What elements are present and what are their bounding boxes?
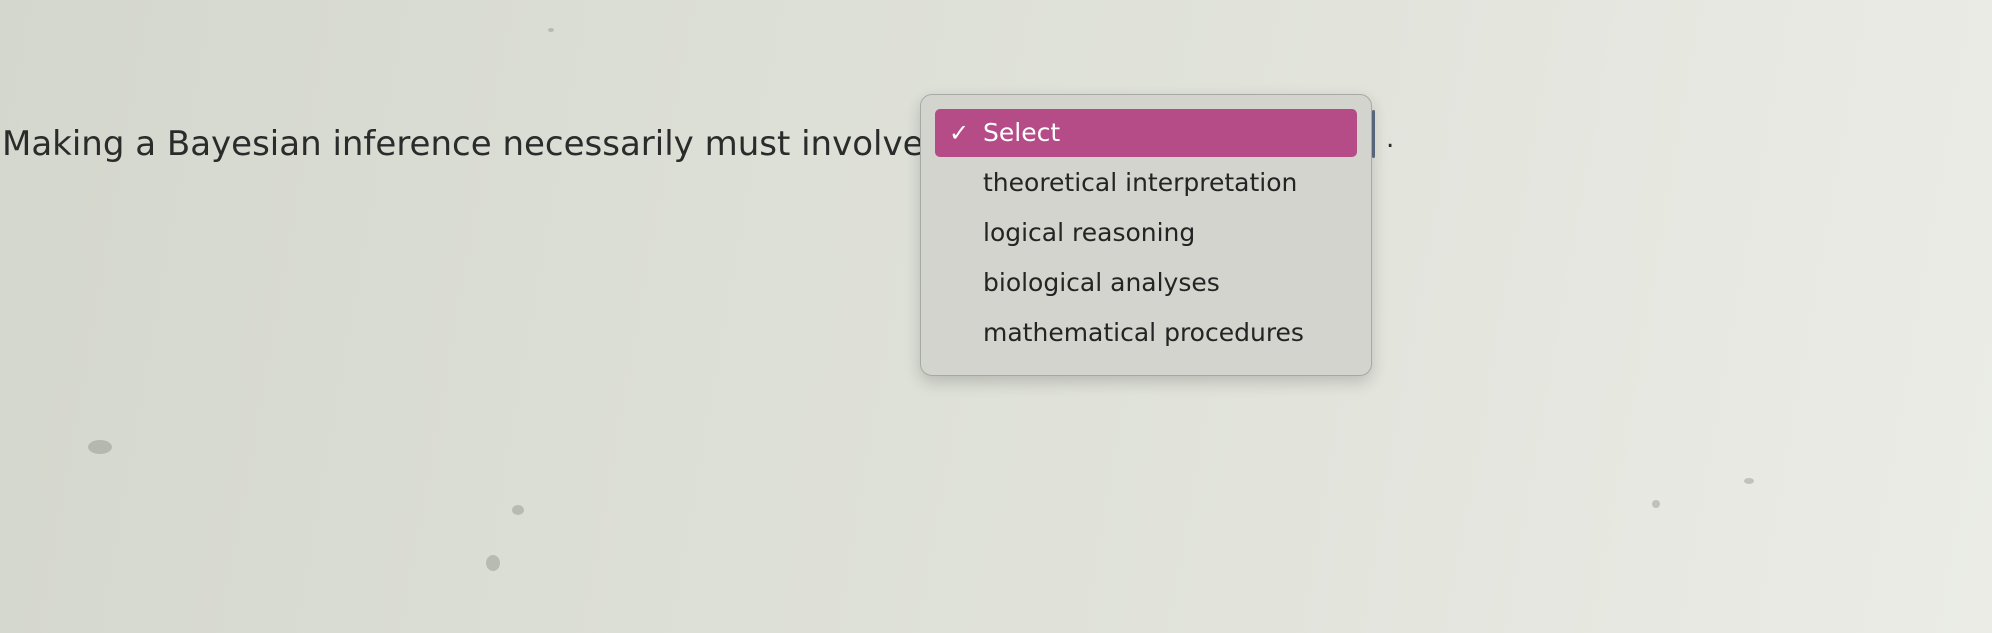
background-speck xyxy=(512,505,524,515)
dropdown-option-logical-reasoning[interactable]: logical reasoning xyxy=(935,209,1357,257)
dropdown-option-label: theoretical interpretation xyxy=(983,168,1298,197)
background-speck xyxy=(1652,500,1660,508)
background-speck xyxy=(1744,478,1754,484)
dropdown-option-mathematical-procedures[interactable]: mathematical procedures xyxy=(935,309,1357,357)
dropdown-option-label: biological analyses xyxy=(983,268,1220,297)
dropdown-option-select[interactable]: ✓ Select xyxy=(935,109,1357,157)
dropdown-option-biological-analyses[interactable]: biological analyses xyxy=(935,259,1357,307)
dropdown-option-label: Select xyxy=(983,118,1061,147)
checkmark-icon: ✓ xyxy=(949,119,970,147)
dropdown-option-label: mathematical procedures xyxy=(983,318,1304,347)
background-speck xyxy=(548,28,554,32)
dropdown-option-theoretical-interpretation[interactable]: theoretical interpretation xyxy=(935,159,1357,207)
background-speck xyxy=(88,440,112,454)
answer-dropdown-menu[interactable]: ✓ Select theoretical interpretation logi… xyxy=(920,94,1372,376)
dropdown-option-label: logical reasoning xyxy=(983,218,1196,247)
background-speck xyxy=(486,555,500,571)
question-trailing-period: . xyxy=(1386,124,1395,154)
question-text: Making a Bayesian inference necessarily … xyxy=(2,124,924,164)
select-box-edge xyxy=(1372,110,1375,158)
